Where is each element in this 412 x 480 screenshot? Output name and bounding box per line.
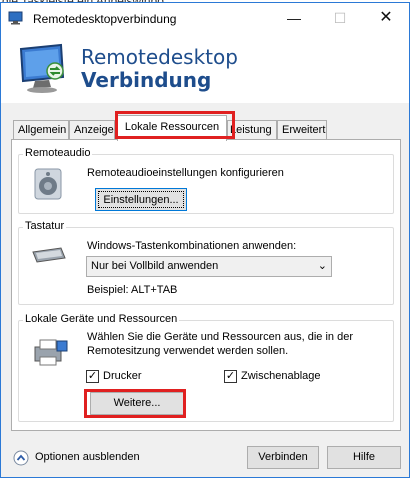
more-button[interactable]: Weitere... (90, 392, 184, 415)
printer-devices-icon (34, 339, 68, 366)
header-banner: Remotedesktop Verbindung (1, 33, 409, 103)
tab-lokale-ressourcen[interactable]: Lokale Ressourcen (117, 115, 227, 141)
dropdown-selected-value: Nur bei Vollbild anwenden (91, 260, 219, 272)
devices-description-line2: Remotesitzung verwendet werden sollen. (87, 345, 289, 357)
rdp-window: Remotedesktopverbindung — ☐ ✕ Remotedesk… (0, 2, 410, 478)
title-bar[interactable]: Remotedesktopverbindung — ☐ ✕ (1, 3, 409, 33)
minimize-button[interactable]: — (271, 3, 317, 33)
close-button[interactable]: ✕ (363, 3, 409, 33)
speaker-icon (34, 168, 62, 200)
header-title-line1: Remotedesktop (81, 45, 238, 69)
group-label-devices: Lokale Geräte und Ressourcen (23, 313, 180, 325)
keyboard-shortcuts-dropdown[interactable]: Nur bei Vollbild anwenden ⌄ (86, 256, 332, 277)
collapse-chevron-up-icon (13, 450, 29, 466)
window-title: Remotedesktopverbindung (33, 12, 177, 26)
clipboard-checkbox[interactable]: ✓ (224, 370, 237, 383)
remoteaudio-description: Remoteaudioeinstellungen konfigurieren (87, 167, 284, 179)
options-toggle[interactable]: Optionen ausblenden (13, 449, 163, 467)
devices-description-line1: Wählen Sie die Geräte und Ressourcen aus… (87, 331, 353, 343)
tab-panel-lokale-ressourcen: Remoteaudio Remoteaudioeinstellungen kon… (11, 139, 401, 431)
remote-desktop-monitor-icon (19, 43, 65, 93)
settings-button[interactable]: Einstellungen... (95, 188, 187, 211)
tastatur-example: Beispiel: ALT+TAB (87, 284, 178, 296)
tab-allgemein[interactable]: Allgemein (13, 120, 69, 140)
options-label: Optionen ausblenden (35, 451, 140, 463)
keyboard-icon (32, 247, 66, 263)
tab-anzeige[interactable]: Anzeige (69, 120, 115, 140)
group-label-remoteaudio: Remoteaudio (23, 147, 93, 159)
group-label-tastatur: Tastatur (23, 220, 67, 232)
maximize-button[interactable]: ☐ (317, 3, 363, 33)
group-local-devices: Lokale Geräte und Ressourcen Wählen Sie … (18, 313, 394, 422)
chevron-down-icon: ⌄ (317, 260, 327, 272)
group-remoteaudio: Remoteaudio Remoteaudioeinstellungen kon… (18, 147, 394, 214)
connect-button[interactable]: Verbinden (247, 446, 319, 469)
tastatur-description: Windows-Tastenkombinationen anwenden: (87, 240, 297, 252)
tab-leistung[interactable]: Leistung (227, 120, 277, 140)
printer-checkbox[interactable]: ✓ (86, 370, 99, 383)
rdp-app-icon (8, 11, 23, 25)
printer-label: Drucker (103, 370, 142, 382)
settings-button-label: Einstellungen... (98, 191, 184, 208)
tab-erweitert[interactable]: Erweitert (277, 120, 327, 140)
header-title-line2: Verbindung (81, 68, 212, 92)
help-button[interactable]: Hilfe (327, 446, 401, 469)
clipboard-label: Zwischenablage (241, 370, 321, 382)
